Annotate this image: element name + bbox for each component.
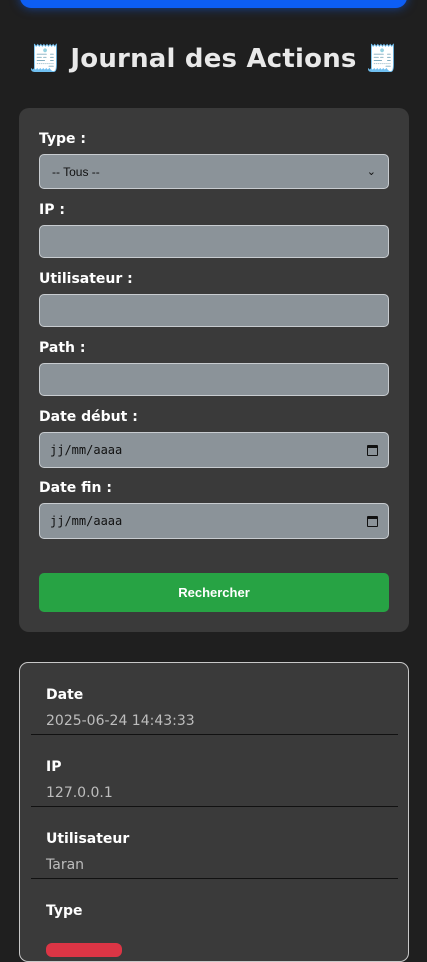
ip-field-label: IP <box>46 759 62 775</box>
top-nav-bar <box>20 0 407 8</box>
date-field-label: Date <box>46 687 84 703</box>
date-end-input[interactable]: jj/mm/aaaa <box>39 503 389 539</box>
date-start-input[interactable]: jj/mm/aaaa <box>39 432 389 468</box>
type-badge <box>46 943 122 957</box>
ip-label: IP : <box>39 202 65 218</box>
calendar-icon[interactable] <box>367 444 378 456</box>
calendar-icon[interactable] <box>367 515 378 527</box>
type-select[interactable]: -- Tous -- ⌄ <box>39 154 389 189</box>
type-label: Type : <box>39 131 87 147</box>
filter-panel: Type : -- Tous -- ⌄ IP : Utilisateur : P… <box>19 108 409 632</box>
chevron-down-icon: ⌄ <box>366 166 376 178</box>
result-row-user: Utilisateur Taran <box>31 807 398 879</box>
receipt-icon: 🧾 <box>28 44 62 74</box>
user-field-label: Utilisateur <box>46 831 130 847</box>
ip-field-value: 127.0.0.1 <box>46 785 113 801</box>
ip-input[interactable] <box>39 225 389 258</box>
result-row-type: Type <box>31 879 398 957</box>
page-title-text: Journal des Actions <box>70 44 357 74</box>
page-title: 🧾 Journal des Actions 🧾 <box>0 44 427 74</box>
date-field-value: 2025-06-24 14:43:33 <box>46 713 195 729</box>
result-row-ip: IP 127.0.0.1 <box>31 735 398 807</box>
date-start-placeholder: jj/mm/aaaa <box>50 443 123 457</box>
receipt-icon: 🧾 <box>365 44 399 74</box>
type-field-label: Type <box>46 903 83 919</box>
user-field-value: Taran <box>46 857 85 873</box>
path-label: Path : <box>39 340 86 356</box>
search-button[interactable]: Rechercher <box>39 573 389 612</box>
date-end-placeholder: jj/mm/aaaa <box>50 514 123 528</box>
type-select-value: -- Tous -- <box>52 164 100 179</box>
result-card: Date 2025-06-24 14:43:33 IP 127.0.0.1 Ut… <box>19 662 409 962</box>
date-end-label: Date fin : <box>39 480 112 496</box>
date-start-label: Date début : <box>39 409 138 425</box>
user-label: Utilisateur : <box>39 271 133 287</box>
path-input[interactable] <box>39 363 389 396</box>
user-input[interactable] <box>39 294 389 327</box>
result-row-date: Date 2025-06-24 14:43:33 <box>31 663 398 735</box>
